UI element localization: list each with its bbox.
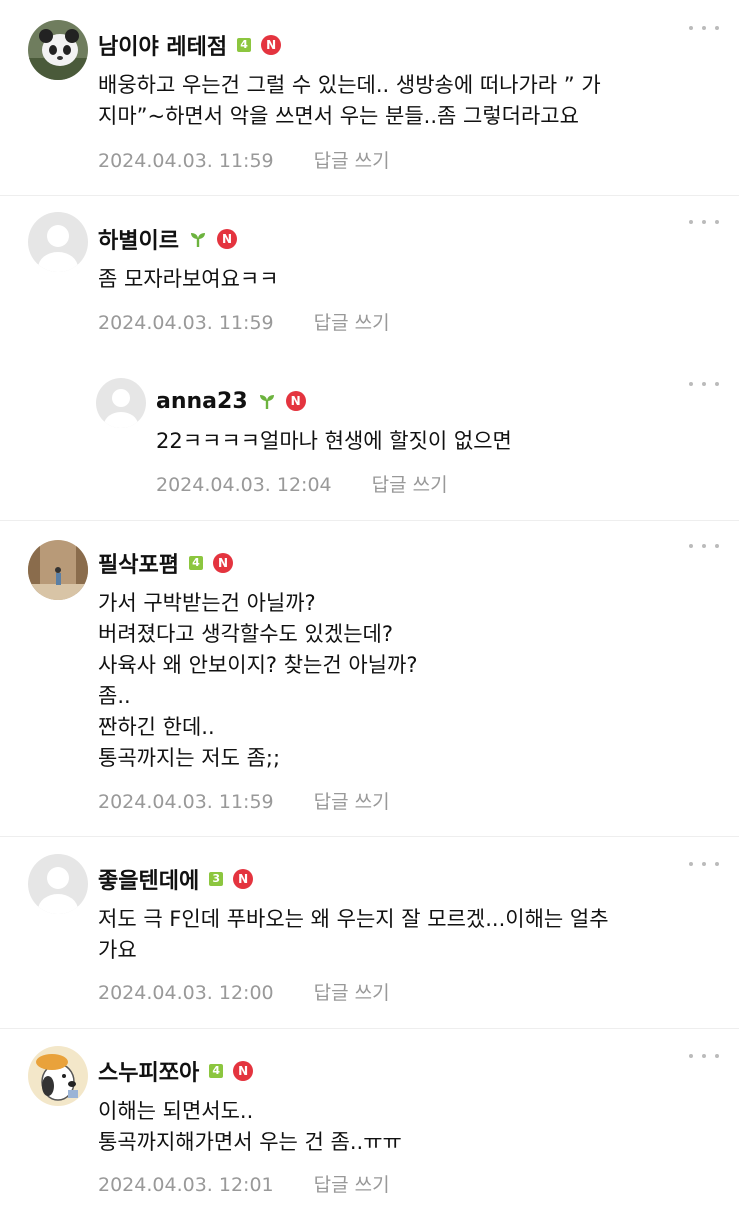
n-badge: N: [212, 553, 233, 573]
comment-meta: 2024.04.03. 12:04 답글 쓰기: [156, 470, 448, 497]
more-options-icon[interactable]: [689, 378, 719, 390]
comment-body: 가서 구박받는건 아닐까? 버려졌다고 생각할수도 있겠는데? 사육사 왜 안보…: [98, 588, 698, 774]
author-name[interactable]: 하별이르: [98, 223, 179, 255]
comment-line: 가서 구박받는건 아닐까?: [98, 591, 316, 615]
author-name[interactable]: 필삭포폄: [98, 547, 179, 579]
avatar[interactable]: [28, 1046, 88, 1106]
sprout-icon: [190, 233, 205, 247]
author-name[interactable]: anna23: [156, 389, 248, 414]
reply-button[interactable]: 답글 쓰기: [314, 982, 390, 1004]
author-row: anna23 N: [156, 386, 306, 416]
n-badge: N: [285, 391, 306, 411]
comment-date: 2024.04.03. 11:59: [98, 791, 274, 813]
comment-meta: 2024.04.03. 11:59 답글 쓰기: [98, 308, 390, 335]
author-name[interactable]: 남이야 레테점: [98, 29, 227, 61]
comment-body: 22ㅋㅋㅋㅋ얼마나 현생에 할짓이 없으면: [156, 426, 696, 457]
comment-date: 2024.04.03. 11:59: [98, 312, 274, 334]
level-badge: 4: [188, 556, 203, 570]
comment-line: 가요: [98, 938, 137, 962]
comment-line: 저도 극 F인데 푸바오는 왜 우는지 잘 모르겠...이해는 얼추: [98, 907, 609, 931]
comment-body: 좀 모자라보여요ㅋㅋ: [98, 264, 698, 295]
comment-line: 좀..: [98, 684, 131, 708]
comment-date: 2024.04.03. 11:59: [98, 150, 274, 172]
avatar[interactable]: [28, 20, 88, 80]
reply-button[interactable]: 답글 쓰기: [314, 1174, 390, 1196]
reply-button[interactable]: 답글 쓰기: [314, 312, 390, 334]
level-badge: 4: [209, 1064, 224, 1078]
more-options-icon[interactable]: [689, 22, 719, 34]
divider: [0, 520, 739, 521]
comment-date: 2024.04.03. 12:00: [98, 982, 274, 1004]
avatar[interactable]: [28, 212, 88, 272]
more-options-icon[interactable]: [689, 540, 719, 552]
more-options-icon[interactable]: [689, 216, 719, 228]
more-options-icon[interactable]: [689, 1050, 719, 1062]
comment-date: 2024.04.03. 12:04: [156, 474, 332, 496]
reply-button[interactable]: 답글 쓰기: [372, 474, 448, 496]
n-badge: N: [216, 229, 237, 249]
comment-date: 2024.04.03. 12:01: [98, 1174, 274, 1196]
author-row: 필삭포폄 4 N: [98, 548, 233, 578]
author-row: 스누피쪼아 4 N: [98, 1055, 254, 1087]
divider: [0, 836, 739, 837]
n-badge: N: [261, 35, 282, 55]
comment-meta: 2024.04.03. 11:59 답글 쓰기: [98, 146, 390, 173]
divider: [0, 1028, 739, 1029]
comment-line: 지마”~하면서 악을 쓰면서 우는 분들..좀 그렇더라고요: [98, 104, 579, 128]
avatar[interactable]: [28, 540, 88, 600]
comment-line: 버려졌다고 생각할수도 있겠는데?: [98, 622, 393, 646]
comment-line: 좀 모자라보여요ㅋㅋ: [98, 267, 279, 291]
level-badge: 3: [209, 872, 224, 886]
comment-body: 이해는 되면서도.. 통곡까지해가면서 우는 건 좀..ㅠㅠ: [98, 1096, 698, 1158]
author-name[interactable]: 스누피쪼아: [98, 1055, 199, 1087]
divider: [0, 195, 739, 196]
sprout-icon: [259, 395, 274, 409]
level-badge: 4: [237, 38, 252, 52]
comment-line: 배웅하고 우는건 그럴 수 있는데.. 생방송에 떠나가라 ” 가: [98, 73, 601, 97]
more-options-icon[interactable]: [689, 858, 719, 870]
reply-button[interactable]: 답글 쓰기: [314, 791, 390, 813]
comment-body: 저도 극 F인데 푸바오는 왜 우는지 잘 모르겠...이해는 얼추 가요: [98, 904, 698, 966]
avatar[interactable]: [96, 378, 146, 428]
n-badge: N: [233, 869, 254, 889]
comment-meta: 2024.04.03. 11:59 답글 쓰기: [98, 787, 390, 814]
author-row: 하별이르 N: [98, 224, 237, 254]
comment-meta: 2024.04.03. 12:01 답글 쓰기: [98, 1170, 390, 1197]
author-row: 남이야 레테점 4 N: [98, 29, 282, 61]
comment-line: 사육사 왜 안보이지? 찾는건 아닐까?: [98, 653, 418, 677]
comment-line: 이해는 되면서도..: [98, 1099, 254, 1123]
author-name[interactable]: 좋을텐데에: [98, 863, 199, 895]
author-row: 좋을텐데에 3 N: [98, 863, 254, 895]
comment-line: 통곡까지해가면서 우는 건 좀..ㅠㅠ: [98, 1130, 402, 1154]
reply-button[interactable]: 답글 쓰기: [314, 150, 390, 172]
comment-body: 배웅하고 우는건 그럴 수 있는데.. 생방송에 떠나가라 ” 가 지마”~하면…: [98, 70, 698, 132]
comment-line: 짠하긴 한데..: [98, 715, 215, 739]
comment-line: 통곡까지는 저도 좀;;: [98, 746, 281, 770]
comment-meta: 2024.04.03. 12:00 답글 쓰기: [98, 978, 390, 1005]
avatar[interactable]: [28, 854, 88, 914]
comment-line: 22ㅋㅋㅋㅋ얼마나 현생에 할짓이 없으면: [156, 429, 512, 453]
n-badge: N: [233, 1061, 254, 1081]
